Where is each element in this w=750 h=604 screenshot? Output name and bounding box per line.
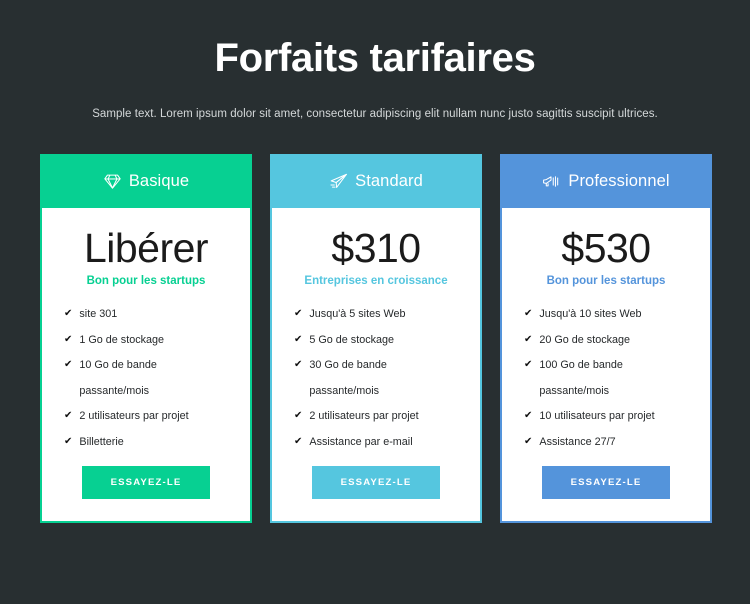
check-icon: ✔ <box>294 307 303 319</box>
feature-label: passante/mois <box>309 384 380 397</box>
try-it-button[interactable]: ESSAYEZ-LE <box>542 466 670 500</box>
check-icon: ✔ <box>64 410 73 422</box>
feature-label: 10 utilisateurs par projet <box>539 410 655 423</box>
feature-item: ✔passante/mois <box>524 384 688 399</box>
feature-item: ✔ Billetterie <box>64 435 228 450</box>
page-title: Forfaits tarifaires <box>214 36 536 80</box>
plan-price: $530 <box>561 225 651 271</box>
paper-plane-icon <box>329 172 348 191</box>
feature-item: ✔ 5 Go de stockage <box>294 333 458 348</box>
check-icon: ✔ <box>524 333 533 345</box>
feature-item: ✔ 10 Go de bande <box>64 358 228 373</box>
feature-item: ✔ Assistance par e-mail <box>294 435 458 450</box>
feature-item: ✔passante/mois <box>294 384 458 399</box>
feature-item: ✔ 2 utilisateurs par projet <box>294 409 458 424</box>
feature-item: ✔ Jusqu'à 10 sites Web <box>524 307 688 322</box>
pricing-card: Standard $310 Entreprises en croissance ✔ Ju… <box>270 154 482 524</box>
page-subtitle: Sample text. Lorem ipsum dolor sit amet,… <box>92 108 658 120</box>
feature-label: Jusqu'à 5 sites Web <box>309 307 406 320</box>
check-icon: ✔ <box>524 307 533 319</box>
plan-tagline: Entreprises en croissance <box>304 275 448 288</box>
feature-label: site 301 <box>79 307 118 320</box>
check-icon: ✔ <box>294 359 303 371</box>
plan-name: Basique <box>128 171 190 190</box>
feature-item: ✔ Jusqu'à 5 sites Web <box>294 307 458 322</box>
card-header: Basique <box>40 154 252 208</box>
check-icon: ✔ <box>524 359 533 371</box>
feature-label: 10 Go de bande <box>79 359 157 372</box>
feature-label: 2 utilisateurs par projet <box>79 410 189 423</box>
feature-item: ✔ Assistance 27/7 <box>524 435 688 450</box>
plan-price: Libérer <box>83 225 209 271</box>
check-icon: ✔ <box>64 333 73 345</box>
feature-label: 1 Go de stockage <box>79 333 165 346</box>
check-icon: ✔ <box>294 333 303 345</box>
card-body: Libérer Bon pour les startups ✔ site 301 ✔ 1 … <box>40 208 252 524</box>
check-icon: ✔ <box>64 307 73 319</box>
feature-label: 100 Go de bande <box>539 359 623 372</box>
feature-item: ✔ 100 Go de bande <box>524 358 688 373</box>
feature-item: ✔ site 301 <box>64 307 228 322</box>
feature-item: ✔passante/mois <box>64 384 228 399</box>
card-body: $310 Entreprises en croissance ✔ Jusqu'à 5 … <box>270 208 482 524</box>
feature-label: Assistance 27/7 <box>539 435 616 448</box>
plan-tagline: Bon pour les startups <box>86 275 206 288</box>
card-body: $530 Bon pour les startups ✔ Jusqu'à 10 sit… <box>500 208 712 524</box>
try-it-button[interactable]: ESSAYEZ-LE <box>82 466 210 500</box>
plan-price: $310 <box>331 225 421 271</box>
try-it-button[interactable]: ESSAYEZ-LE <box>312 466 440 500</box>
feature-list: ✔ site 301 ✔ 1 Go de stockage ✔ 10 Go de band… <box>64 307 228 460</box>
pricing-page: Forfaits tarifaires Sample text. Lorem i… <box>0 0 750 604</box>
check-icon: ✔ <box>64 435 73 447</box>
plan-tagline: Bon pour les startups <box>546 275 666 288</box>
diamond-icon <box>103 172 122 191</box>
pricing-card: Basique Libérer Bon pour les startups ✔ site… <box>40 154 252 524</box>
megaphone-icon <box>542 172 561 191</box>
feature-label: Assistance par e-mail <box>309 435 413 448</box>
check-icon: ✔ <box>64 359 73 371</box>
feature-label: passante/mois <box>539 384 610 397</box>
feature-item: ✔ 1 Go de stockage <box>64 333 228 348</box>
feature-item: ✔ 30 Go de bande <box>294 358 458 373</box>
feature-label: passante/mois <box>79 384 150 397</box>
feature-label: 30 Go de bande <box>309 359 387 372</box>
feature-label: Jusqu'à 10 sites Web <box>539 307 642 320</box>
card-header: Standard <box>270 154 482 208</box>
plan-name: Standard <box>355 171 423 190</box>
check-icon: ✔ <box>294 410 303 422</box>
feature-item: ✔ 2 utilisateurs par projet <box>64 409 228 424</box>
check-icon: ✔ <box>294 435 303 447</box>
pricing-card: Professionnel $530 Bon pour les startups ✔ J… <box>500 154 712 524</box>
feature-label: 20 Go de stockage <box>539 333 631 346</box>
check-icon: ✔ <box>524 410 533 422</box>
feature-list: ✔ Jusqu'à 10 sites Web ✔ 20 Go de stockage ✔… <box>524 307 688 460</box>
feature-label: 2 utilisateurs par projet <box>309 410 419 423</box>
feature-label: Billetterie <box>79 435 124 448</box>
feature-list: ✔ Jusqu'à 5 sites Web ✔ 5 Go de stockage ✔ 30… <box>294 307 458 460</box>
feature-item: ✔ 20 Go de stockage <box>524 333 688 348</box>
plan-name: Professionnel <box>568 171 670 190</box>
feature-item: ✔ 10 utilisateurs par projet <box>524 409 688 424</box>
check-icon: ✔ <box>524 435 533 447</box>
pricing-cards: Basique Libérer Bon pour les startups ✔ site… <box>40 154 712 524</box>
card-header: Professionnel <box>500 154 712 208</box>
feature-label: 5 Go de stockage <box>309 333 395 346</box>
